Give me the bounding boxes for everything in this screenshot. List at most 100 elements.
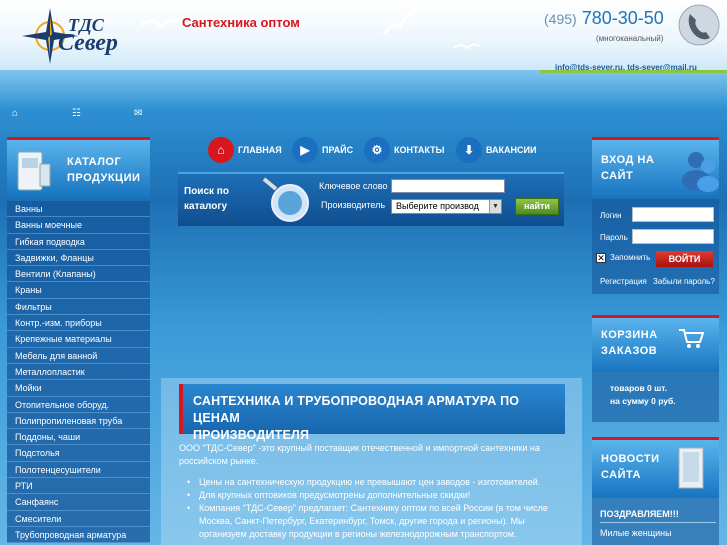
news-headline[interactable]: ПОЗДРАВЛЯЕМ!!! [600, 509, 679, 519]
phone-code: (495) [544, 11, 577, 27]
manufacturer-label: Производитель [321, 200, 386, 210]
catalog-item[interactable]: Контр.-изм. приборы [7, 315, 150, 332]
site-tagline: Сантехника оптом [182, 15, 300, 30]
download-icon: ⬇ [456, 137, 482, 163]
login-input[interactable] [632, 207, 714, 222]
cart-icon [679, 329, 704, 348]
catalog-title-line1: КАТАЛОГ [67, 156, 122, 168]
phone-main: 780-30-50 [581, 8, 664, 28]
nav-home[interactable]: ⌂ ГЛАВНАЯ [208, 136, 282, 164]
header-accent-bar [540, 70, 727, 73]
catalog-item[interactable]: Металлопластик [7, 363, 150, 381]
news-title: НОВОСТИ САЙТА [601, 451, 660, 483]
chevron-down-icon: ▼ [489, 200, 501, 213]
news-header: НОВОСТИ САЙТА [592, 437, 719, 498]
catalog-item[interactable]: Отопительное оборуд. [7, 396, 150, 413]
shower-cabin-icon [678, 447, 704, 489]
catalog-item[interactable]: Мебель для ванной [7, 347, 150, 364]
catalog-item[interactable]: Краны [7, 282, 150, 299]
catalog-item[interactable]: Полотенцесушители [7, 461, 150, 479]
nav-vacancies[interactable]: ⬇ ВАКАНСИИ [456, 136, 536, 164]
forgot-password-link[interactable]: Забыли пароль? [653, 277, 715, 286]
catalog-item[interactable]: Задвижки, Фланцы [7, 249, 150, 267]
site-logo[interactable]: ТДС Север [22, 8, 118, 64]
list-item: Компания "ТДС-Север" предлагает: Сантехн… [187, 502, 567, 541]
news-title-line1: НОВОСТИ [601, 453, 660, 465]
mail-icon[interactable]: ✉ [134, 108, 142, 119]
users-icon [682, 152, 719, 192]
catalog-item[interactable]: РТИ [7, 478, 150, 495]
sitemap-icon[interactable]: ☷ [72, 108, 81, 119]
password-label: Пароль [600, 233, 628, 242]
feature-list: Цены на сантехническую продукцию не прев… [187, 476, 567, 541]
cart-title-line1: КОРЗИНА [601, 329, 658, 341]
main-heading-box: САНТЕХНИКА И ТРУБОПРОВОДНАЯ АРМАТУРА ПО … [179, 384, 565, 442]
phone-number: (495) 780-30-50 [544, 8, 664, 29]
catalog-item[interactable]: Санфаянс [7, 494, 150, 511]
search-title-line1: Поиск по [184, 186, 229, 197]
remember-checkbox[interactable]: ✕ [596, 253, 606, 263]
catalog-item[interactable]: Фильтры [7, 298, 150, 316]
logo-text-sever: Север [58, 30, 118, 56]
register-link[interactable]: Регистрация [600, 277, 647, 286]
login-label: Логин [600, 211, 622, 220]
catalog-item[interactable]: Гибкая подводка [7, 233, 150, 250]
news-divider [600, 522, 716, 523]
catalog-item[interactable]: Ванны моечные [7, 217, 150, 234]
page-title-line1: САНТЕХНИКА И ТРУБОПРОВОДНАЯ АРМАТУРА ПО … [193, 394, 520, 425]
seagull-icon [453, 43, 481, 50]
cart-summary: товаров 0 шт. на сумму 0 руб. [592, 372, 719, 422]
catalog-item[interactable]: Подстолья [7, 445, 150, 462]
search-title: Поиск по каталогу [184, 184, 229, 214]
phone-note: (многоканальный) [596, 34, 664, 43]
search-title-line2: каталогу [184, 201, 228, 212]
login-title: ВХОД НА САЙТ [601, 152, 654, 184]
password-input[interactable] [632, 229, 714, 244]
catalog-item[interactable]: Полипропиленовая труба [7, 412, 150, 430]
news-content: ПОЗДРАВЛЯЕМ!!! Милые женщины [592, 498, 719, 545]
catalog-item[interactable]: Трубопроводная арматура [7, 526, 150, 544]
login-form: Логин Пароль ✕ Запомнить ВОЙТИ Регистрац… [592, 199, 719, 294]
intro-line1: ООО "ТДС-Север" -это крупный поставщик о… [179, 443, 540, 453]
login-title-line1: ВХОД НА [601, 154, 655, 166]
intro-text: ООО "ТДС-Север" -это крупный поставщик о… [179, 442, 565, 468]
catalog-item[interactable]: Ванны [7, 201, 150, 218]
catalog-search: Поиск по каталогу Ключевое слово Произво… [178, 172, 564, 226]
catalog-title-line2: ПРОДУКЦИИ [67, 172, 141, 184]
catalog-item[interactable]: Крепежные материалы [7, 331, 150, 348]
magnifier-icon [262, 177, 309, 222]
gear-icon: ⚙ [364, 137, 390, 163]
cart-title: КОРЗИНА ЗАКАЗОВ [601, 327, 658, 359]
catalog-item[interactable]: Вентили (Клапаны) [7, 266, 150, 283]
manufacturer-selected-value: Выберите производ [396, 201, 479, 211]
catalog-item[interactable]: Мойки [7, 380, 150, 397]
nav-price[interactable]: ▶ ПРАЙС [292, 136, 353, 164]
login-title-line2: САЙТ [601, 170, 634, 182]
keyword-input[interactable] [391, 179, 505, 193]
catalog-item[interactable]: Поддоны, чаши [7, 429, 150, 446]
manufacturer-select[interactable]: Выберите производ ▼ [391, 199, 502, 214]
intro-line2: российском рынке. [179, 456, 259, 466]
home-icon[interactable]: ⌂ [12, 108, 18, 119]
site-header: ТДС Север Сантехника оптом (495) 780-30-… [0, 0, 727, 72]
keyword-label: Ключевое слово [319, 181, 388, 191]
telephone-icon [678, 4, 720, 46]
seagull-icon [382, 6, 419, 35]
catalog-title: КАТАЛОГ ПРОДУКЦИИ [67, 154, 140, 186]
login-button[interactable]: ВОЙТИ [656, 251, 713, 267]
home-icon: ⌂ [208, 137, 234, 163]
list-item: Для крупных оптовиков предусмотрены допо… [187, 489, 567, 502]
catalog-list: Ванны Ванны моечные Гибкая подводка Задвижк… [7, 201, 150, 544]
nav-price-label: ПРАЙС [322, 145, 354, 155]
seagull-icon [138, 19, 183, 29]
play-icon: ▶ [292, 137, 318, 163]
login-header: ВХОД НА САЙТ [592, 137, 719, 198]
nav-contacts[interactable]: ⚙ КОНТАКТЫ [364, 136, 444, 164]
find-button[interactable]: найти [515, 198, 559, 215]
boiler-icon [17, 151, 51, 191]
news-text: Милые женщины [600, 528, 672, 538]
main-content: САНТЕХНИКА И ТРУБОПРОВОДНАЯ АРМАТУРА ПО … [161, 378, 582, 545]
nav-home-label: ГЛАВНАЯ [238, 145, 282, 155]
catalog-item[interactable]: Смесители [7, 510, 150, 527]
cart-header: КОРЗИНА ЗАКАЗОВ [592, 315, 719, 372]
